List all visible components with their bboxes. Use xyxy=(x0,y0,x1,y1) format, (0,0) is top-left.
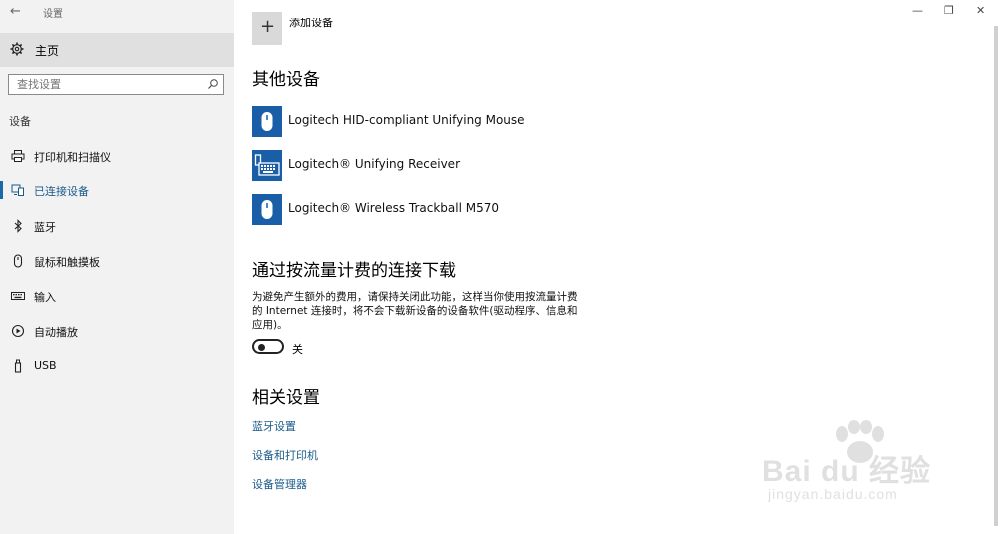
device-item[interactable]: Logitech HID-compliant Unifying Mouse xyxy=(252,106,752,138)
sidebar-item-label: 打印机和扫描仪 xyxy=(34,151,111,164)
plus-icon: + xyxy=(260,16,276,37)
sidebar-item-label: USB xyxy=(34,359,57,372)
device-tile xyxy=(252,194,282,225)
toggle-knob xyxy=(258,343,265,351)
baidu-watermark: Bai du 经验 jingyan.baidu.com xyxy=(760,420,960,520)
device-tile xyxy=(252,150,282,181)
sidebar-item-label: 自动播放 xyxy=(34,326,78,339)
search-box[interactable] xyxy=(8,74,224,95)
sidebar-item-label: 输入 xyxy=(34,291,56,304)
device-item[interactable]: Logitech® Wireless Trackball M570 xyxy=(252,194,752,226)
printer-icon xyxy=(11,150,25,162)
device-name: Logitech® Wireless Trackball M570 xyxy=(288,201,500,215)
device-item[interactable]: Logitech® Unifying Receiver xyxy=(252,150,752,182)
sidebar-item-label: 鼠标和触摸板 xyxy=(34,256,100,269)
mouse-icon xyxy=(261,200,273,219)
keyboard-icon xyxy=(11,292,25,300)
metered-toggle[interactable] xyxy=(252,339,284,354)
add-device-label[interactable]: 添加设备 xyxy=(289,18,333,30)
home-nav-item[interactable]: 主页 xyxy=(0,33,234,67)
bluetooth-icon xyxy=(14,219,22,233)
metered-description: 为避免产生额外的费用，请保持关闭此功能，这样当你使用按流量计费的 Interne… xyxy=(252,291,578,331)
other-devices-heading: 其他设备 xyxy=(252,70,320,90)
connected-devices-icon xyxy=(11,184,24,196)
sidebar-item-bluetooth[interactable]: 蓝牙 xyxy=(0,213,234,241)
gear-icon xyxy=(10,42,24,56)
related-settings-heading: 相关设置 xyxy=(252,388,320,408)
back-arrow-icon[interactable]: ← xyxy=(10,4,21,19)
sidebar-item-label: 已连接设备 xyxy=(34,185,89,198)
watermark-url: jingyan.baidu.com xyxy=(768,486,898,502)
active-indicator xyxy=(0,181,3,199)
sidebar: ← 设置 主页 设备 打印机和扫描仪 xyxy=(0,0,234,534)
title-bar: ← 设置 xyxy=(0,0,234,26)
device-tile xyxy=(252,106,282,137)
sidebar-item-label: 蓝牙 xyxy=(34,221,56,234)
scrollbar[interactable] xyxy=(994,26,998,526)
device-name: Logitech® Unifying Receiver xyxy=(288,157,460,171)
sidebar-item-printers[interactable]: 打印机和扫描仪 xyxy=(0,143,234,171)
search-input[interactable] xyxy=(9,75,207,94)
sidebar-item-connected-devices[interactable]: 已连接设备 xyxy=(0,177,234,205)
restore-icon[interactable]: ❐ xyxy=(944,4,954,17)
autoplay-icon xyxy=(11,324,25,338)
window-title: 设置 xyxy=(43,9,63,20)
bluetooth-settings-link[interactable]: 蓝牙设置 xyxy=(252,418,296,434)
close-icon[interactable]: ✕ xyxy=(976,4,985,17)
metered-heading: 通过按流量计费的连接下载 xyxy=(252,261,456,281)
sidebar-item-autoplay[interactable]: 自动播放 xyxy=(0,318,234,346)
device-manager-link[interactable]: 设备管理器 xyxy=(252,476,307,492)
sidebar-item-typing[interactable]: 输入 xyxy=(0,283,234,311)
sidebar-section-heading: 设备 xyxy=(9,115,31,128)
usb-icon xyxy=(14,359,22,373)
toggle-state-label: 关 xyxy=(292,343,303,356)
devices-printers-link[interactable]: 设备和打印机 xyxy=(252,447,318,463)
device-name: Logitech HID-compliant Unifying Mouse xyxy=(288,113,525,127)
mouse-icon xyxy=(13,254,23,268)
keyboard-icon xyxy=(254,154,280,176)
home-label: 主页 xyxy=(35,44,60,58)
sidebar-item-usb[interactable]: USB xyxy=(0,353,234,381)
minimize-icon[interactable]: — xyxy=(912,4,923,17)
watermark-logo: Bai du 经验 xyxy=(762,455,932,488)
search-icon[interactable] xyxy=(207,78,219,90)
add-device-button[interactable]: + xyxy=(252,12,282,45)
mouse-icon xyxy=(261,112,273,131)
sidebar-item-mouse[interactable]: 鼠标和触摸板 xyxy=(0,248,234,276)
